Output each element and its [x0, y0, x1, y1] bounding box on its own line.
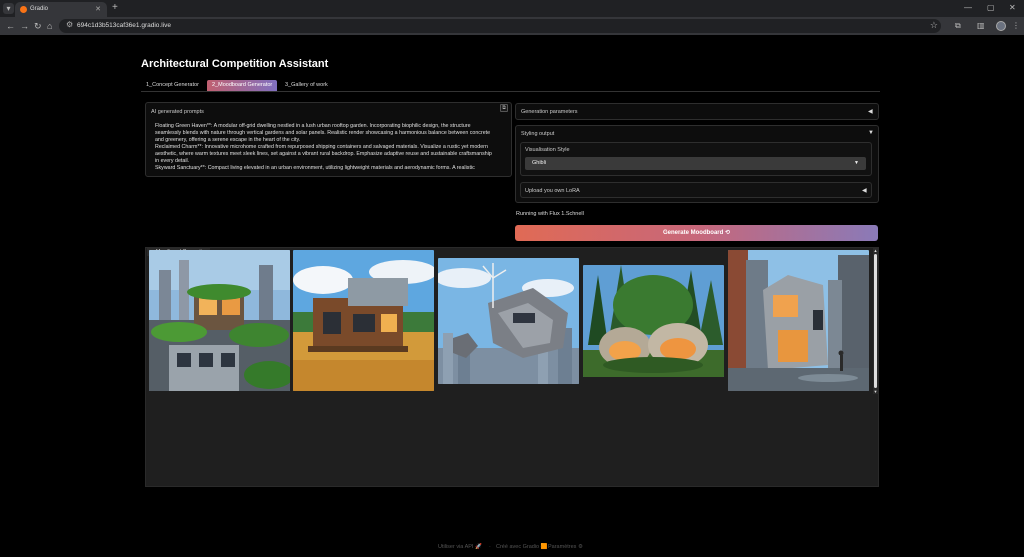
- minimize-icon[interactable]: —: [964, 3, 972, 12]
- scroll-up-icon[interactable]: ▲: [873, 248, 878, 253]
- forward-icon[interactable]: →: [20, 20, 29, 32]
- sidebar-icon[interactable]: ▥: [977, 20, 985, 32]
- gallery-scrollbar[interactable]: ▲ ▼: [873, 248, 878, 394]
- prompts-textarea[interactable]: Floating Green Haven**: A modular off-gr…: [155, 123, 495, 175]
- maximize-icon[interactable]: ▢: [987, 3, 995, 12]
- scroll-down-icon[interactable]: ▼: [873, 389, 878, 394]
- bookmark-star-icon[interactable]: ☆: [930, 20, 938, 31]
- tab-concept-generator[interactable]: 1_Concept Generator: [141, 80, 204, 91]
- home-icon[interactable]: ⌂: [47, 20, 52, 32]
- footer-separator: ·: [489, 544, 491, 550]
- visualisation-style-value: Ghibli: [532, 160, 547, 166]
- styling-output-label: Styling output: [521, 131, 555, 137]
- address-bar[interactable]: ⚙ 694c1d3b513caf36e1.gradio.live ☆: [59, 19, 941, 33]
- extensions-icon[interactable]: ⧉: [955, 20, 961, 32]
- reload-icon[interactable]: ↻: [34, 20, 42, 32]
- gallery-image-floating-sky-pod[interactable]: [438, 258, 579, 384]
- tab-gallery-of-work[interactable]: 3_Gallery of work: [280, 80, 333, 91]
- new-tab-icon[interactable]: +: [112, 2, 118, 13]
- refresh-icon: ⟲: [724, 230, 731, 236]
- menu-icon[interactable]: ⋮: [1012, 20, 1020, 32]
- close-tab-icon[interactable]: ✕: [95, 5, 101, 13]
- expand-arrow-icon[interactable]: ▼: [868, 130, 874, 136]
- copy-icon[interactable]: ⧉: [500, 104, 508, 112]
- url-text: 694c1d3b513caf36e1.gradio.live: [77, 22, 171, 29]
- profile-avatar[interactable]: [996, 21, 1006, 31]
- scrollbar-thumb[interactable]: [874, 254, 877, 388]
- gallery-image-container-cabin[interactable]: [293, 250, 434, 391]
- generate-moodboard-button[interactable]: Generate Moodboard ⟲: [515, 225, 878, 241]
- browser-tabstrip: ▾ Gradio ✕ + — ▢ ✕: [0, 0, 1024, 17]
- gallery-image-rooftop-garden-house[interactable]: [149, 250, 290, 391]
- footer-api-link[interactable]: Utiliser via API 🚀: [438, 544, 482, 550]
- footer-api-text: Utiliser via API: [438, 544, 474, 550]
- generation-parameters-label: Generation parameters: [521, 109, 578, 115]
- rocket-icon: 🚀: [475, 544, 482, 550]
- settings-gear-icon: ⚙: [577, 544, 583, 550]
- model-status-text: Running with Flux 1.Schnell: [516, 211, 584, 217]
- chevron-down-icon: ▼: [854, 160, 859, 166]
- visualisation-style-dropdown[interactable]: Ghibli ▼: [525, 157, 866, 170]
- generate-moodboard-label: Generate Moodboard: [662, 230, 724, 236]
- lora-label: Upload you own LoRA: [525, 188, 580, 194]
- site-info-icon[interactable]: ⚙: [66, 20, 73, 29]
- prompts-label: AI generated prompts: [151, 109, 204, 115]
- visualisation-style-label: Visualisation Style: [525, 147, 570, 153]
- tab-moodboard-generator[interactable]: 2_Moodboard Generator: [207, 80, 278, 91]
- footer-separator-2: ·: [540, 544, 542, 550]
- browser-tab-title: Gradio: [30, 6, 49, 12]
- browser-toolbar: ← → ↻ ⌂ ⚙ 694c1d3b513caf36e1.gradio.live…: [0, 17, 1024, 35]
- collapse-arrow-icon[interactable]: ◀: [868, 108, 873, 115]
- tab-divider: [141, 91, 880, 92]
- page-title: Architectural Competition Assistant: [141, 58, 329, 70]
- lora-collapse-arrow-icon[interactable]: ◀: [862, 187, 867, 194]
- tab-search-icon[interactable]: ▾: [3, 3, 14, 14]
- gradio-favicon-icon: [20, 6, 27, 13]
- footer-settings-text: Paramètres: [548, 544, 577, 550]
- window-close-icon[interactable]: ✕: [1009, 3, 1016, 12]
- gallery-image-urban-corner-building[interactable]: [728, 250, 869, 391]
- gallery-image-forest-dome-homes[interactable]: [583, 265, 724, 377]
- back-icon[interactable]: ←: [6, 20, 15, 32]
- footer-settings-link[interactable]: Paramètres ⚙: [548, 544, 583, 550]
- footer-built-text: Créé avec Gradio: [496, 544, 540, 550]
- browser-tab[interactable]: Gradio ✕: [15, 2, 107, 17]
